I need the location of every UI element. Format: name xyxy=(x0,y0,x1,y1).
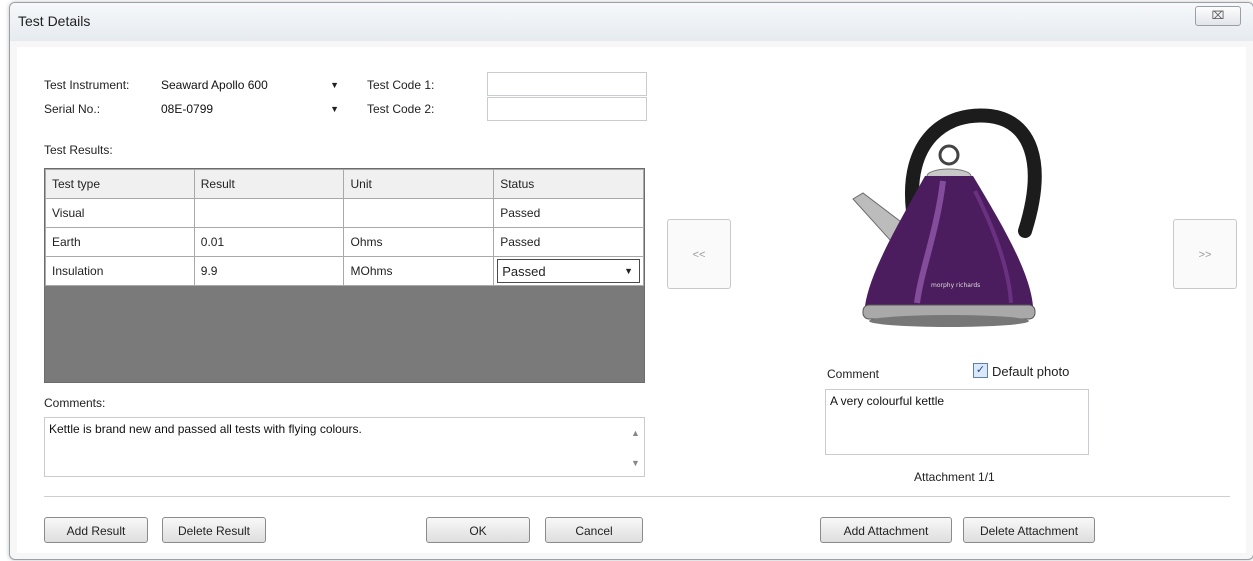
window-title: Test Details xyxy=(18,13,91,29)
cell-unit[interactable] xyxy=(343,198,495,228)
cancel-button[interactable]: Cancel xyxy=(545,517,643,543)
test-instrument-value: Seaward Apollo 600 xyxy=(161,78,268,92)
test-results-label: Test Results: xyxy=(44,143,113,157)
delete-attachment-button[interactable]: Delete Attachment xyxy=(963,517,1095,543)
scroll-up-icon[interactable]: ▲ xyxy=(631,428,640,438)
column-header-unit[interactable]: Unit xyxy=(343,169,495,199)
column-header-status[interactable]: Status xyxy=(493,169,644,199)
cell-status[interactable]: Passed xyxy=(493,227,644,257)
chevron-down-icon: ▼ xyxy=(330,80,339,90)
cell-result[interactable] xyxy=(193,198,345,228)
next-attachment-label: >> xyxy=(1198,249,1212,261)
attachment-comment-value: A very colourful kettle xyxy=(830,394,945,408)
serial-no-select[interactable]: 08E-0799 ▼ xyxy=(157,98,344,120)
serial-no-label: Serial No.: xyxy=(44,102,101,116)
status-select[interactable]: Passed ▼ xyxy=(497,259,640,283)
cell-status-editor[interactable]: Passed ▼ xyxy=(493,256,644,286)
default-photo-label[interactable]: Default photo xyxy=(992,364,1069,379)
test-results-grid[interactable]: Test type Result Unit Status Visual Pass… xyxy=(44,168,645,383)
comments-value: Kettle is brand new and passed all tests… xyxy=(49,422,362,436)
table-header-row: Test type Result Unit Status xyxy=(45,169,644,199)
attachment-counter: Attachment 1/1 xyxy=(914,470,995,484)
attachment-comment-label: Comment xyxy=(827,367,880,381)
table-row[interactable]: Insulation 9.9 MOhms Passed ▼ xyxy=(45,256,644,286)
test-details-dialog: Test Details ⌧ Test Instrument: Seaward … xyxy=(9,2,1253,560)
test-code-2-label: Test Code 2: xyxy=(367,102,435,116)
dialog-body: Test Instrument: Seaward Apollo 600 ▼ Se… xyxy=(17,47,1246,553)
chevron-down-icon: ▼ xyxy=(624,266,633,276)
close-button[interactable]: ⌧ xyxy=(1195,6,1241,26)
kettle-brand-text: morphy richards xyxy=(931,282,980,289)
table-row[interactable]: Visual Passed xyxy=(45,198,644,228)
attachment-comment-textarea[interactable]: A very colourful kettle xyxy=(825,389,1089,455)
cell-status[interactable]: Passed xyxy=(493,198,644,228)
comments-scrollbar[interactable]: ▲ ▼ xyxy=(627,418,644,476)
check-icon: ✓ xyxy=(975,364,986,376)
cell-result[interactable]: 9.9 xyxy=(193,256,345,286)
cell-unit[interactable]: MOhms xyxy=(343,256,495,286)
attachment-photo[interactable]: morphy richards xyxy=(825,81,1087,343)
serial-no-value: 08E-0799 xyxy=(161,102,214,116)
table-row[interactable]: Earth 0.01 Ohms Passed xyxy=(45,227,644,257)
previous-attachment-label: << xyxy=(692,249,706,261)
close-icon: ⌧ xyxy=(1211,10,1225,22)
test-instrument-label: Test Instrument: xyxy=(44,78,130,92)
ok-button[interactable]: OK xyxy=(426,517,530,543)
cell-test-type[interactable]: Visual xyxy=(45,198,195,228)
delete-result-button[interactable]: Delete Result xyxy=(162,517,266,543)
column-header-result[interactable]: Result xyxy=(193,169,345,199)
test-code-2-input[interactable] xyxy=(487,97,647,121)
button-bar-separator xyxy=(44,496,1230,497)
status-select-value: Passed xyxy=(502,264,546,279)
cell-result[interactable]: 0.01 xyxy=(193,227,345,257)
scroll-down-icon[interactable]: ▼ xyxy=(631,458,640,468)
test-code-1-input[interactable] xyxy=(487,72,647,96)
test-instrument-select[interactable]: Seaward Apollo 600 ▼ xyxy=(157,74,344,96)
add-result-button[interactable]: Add Result xyxy=(44,517,148,543)
title-bar: Test Details ⌧ xyxy=(10,3,1253,41)
add-attachment-button[interactable]: Add Attachment xyxy=(820,517,952,543)
kettle-image: morphy richards xyxy=(852,108,1042,327)
cell-test-type[interactable]: Earth xyxy=(45,227,195,257)
cell-unit[interactable]: Ohms xyxy=(343,227,495,257)
default-photo-checkbox[interactable]: ✓ xyxy=(973,363,988,378)
cell-test-type[interactable]: Insulation xyxy=(45,256,195,286)
column-header-test-type[interactable]: Test type xyxy=(45,169,195,199)
comments-textarea[interactable]: Kettle is brand new and passed all tests… xyxy=(44,417,645,477)
next-attachment-button[interactable]: >> xyxy=(1173,219,1237,289)
previous-attachment-button[interactable]: << xyxy=(667,219,731,289)
comments-label: Comments: xyxy=(44,396,106,410)
test-code-1-label: Test Code 1: xyxy=(367,78,435,92)
chevron-down-icon: ▼ xyxy=(330,104,339,114)
